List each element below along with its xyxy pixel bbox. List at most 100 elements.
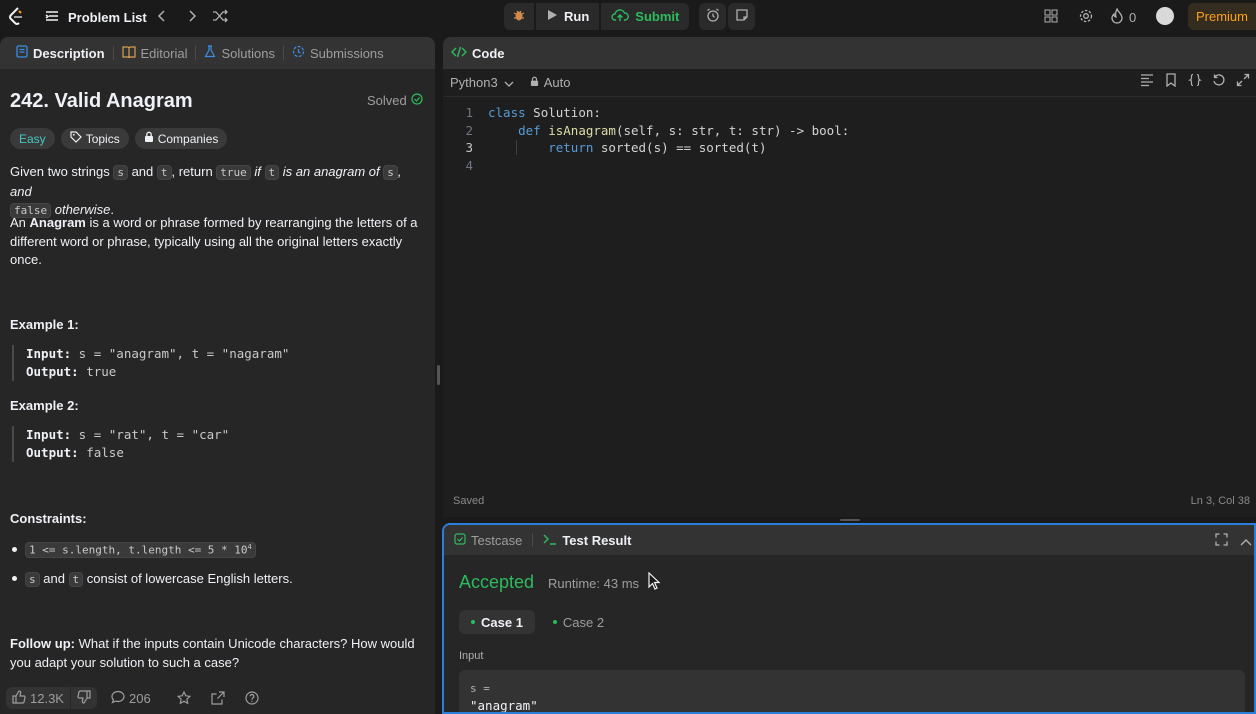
verdict-label: Accepted: [459, 572, 535, 592]
language-select[interactable]: Python3: [450, 75, 514, 90]
line-number: 4: [465, 157, 473, 173]
horizontal-resize-handle[interactable]: [840, 519, 860, 521]
definition-text: An: [10, 215, 30, 230]
comment-icon: [111, 690, 125, 707]
shuffle-icon[interactable]: [210, 6, 230, 26]
tab-solutions[interactable]: Solutions: [196, 37, 282, 69]
code-token: class: [488, 105, 526, 120]
tag-icon: [70, 131, 82, 146]
fullscreen-icon[interactable]: [1215, 533, 1228, 549]
companies-label: Companies: [157, 131, 219, 146]
code-editor-panel: Code Python3 Auto 1 class Solution: 2 de…: [443, 37, 1256, 517]
save-status: Saved: [453, 495, 485, 507]
curly-braces-icon[interactable]: [1188, 73, 1202, 90]
inline-code: s: [113, 165, 128, 180]
case-2-label: Case 2: [562, 614, 605, 630]
code-line: 3 return sorted(s) == sorted(t): [443, 139, 1256, 157]
submit-label: Submit: [635, 9, 680, 24]
list-icon: [44, 8, 60, 27]
chevron-up-icon[interactable]: [1240, 534, 1252, 549]
inline-code: t: [264, 165, 280, 180]
solved-label: Solved: [367, 93, 407, 108]
bug-icon: [512, 8, 526, 25]
case-1-button[interactable]: Case 1: [459, 610, 535, 634]
tab-submissions[interactable]: Submissions: [284, 37, 392, 69]
constraint-item: 1 <= s.length, t.length <= 5 * 104: [12, 542, 256, 558]
code-token: return: [548, 140, 594, 155]
statement-text: and: [127, 164, 157, 179]
leetcode-logo-icon[interactable]: [6, 6, 26, 26]
status-dot: [471, 620, 475, 624]
like-count: 12.3K: [30, 690, 64, 706]
example2-title: Example 2:: [10, 398, 79, 413]
tab-editorial[interactable]: Editorial: [114, 37, 196, 69]
vertical-resize-handle[interactable]: [437, 365, 440, 385]
streak-counter[interactable]: 0: [1110, 7, 1137, 27]
tab-testcase-label: Testcase: [471, 532, 523, 548]
code-area[interactable]: 1 class Solution: 2 def isAnagram(self, …: [443, 104, 1256, 174]
share-icon[interactable]: [207, 687, 229, 709]
cursor-position: Ln 3, Col 38: [1190, 495, 1250, 507]
input-value: s = "anagram", t = "nagaram": [71, 346, 290, 361]
timer-button[interactable]: [699, 3, 727, 30]
reset-icon[interactable]: [1212, 73, 1226, 90]
input-label: Input:: [26, 427, 72, 442]
problem-title: 242. Valid Anagram: [10, 90, 193, 112]
anagram-definition: An Anagram is a word or phrase formed by…: [10, 214, 420, 270]
tab-description[interactable]: Description: [8, 37, 113, 69]
tab-editorial-label: Editorial: [140, 45, 188, 61]
follow-up: Follow up: What if the inputs contain Un…: [10, 635, 420, 672]
premium-button[interactable]: Premium: [1188, 3, 1256, 30]
tab-submissions-label: Submissions: [309, 45, 384, 61]
follow-up-label: Follow up:: [10, 636, 75, 651]
case-2-button[interactable]: Case 2: [541, 610, 616, 634]
comments-button[interactable]: 206: [107, 687, 155, 709]
mouse-cursor-icon: [648, 571, 661, 593]
check-circle-icon: [411, 93, 423, 108]
notes-button[interactable]: [728, 3, 756, 30]
inline-code: s: [25, 572, 40, 587]
prev-problem-icon[interactable]: [152, 6, 172, 26]
status-dot: [552, 620, 557, 624]
code-brackets-icon: [451, 46, 467, 61]
problem-list-label: Problem List: [68, 10, 147, 25]
format-icon[interactable]: [1140, 73, 1154, 90]
auto-mode-toggle[interactable]: Auto: [530, 75, 570, 90]
lock-icon: [530, 75, 539, 90]
editor-actions: [1140, 73, 1250, 90]
case-tabs: Case 1 Case 2: [459, 610, 616, 634]
settings-gear-icon[interactable]: [1076, 6, 1096, 26]
run-button[interactable]: Run: [536, 3, 600, 30]
layout-grid-icon[interactable]: [1041, 6, 1061, 26]
example1-title: Example 1:: [10, 317, 79, 332]
next-problem-icon[interactable]: [182, 6, 202, 26]
expand-icon[interactable]: [1236, 73, 1250, 90]
help-icon[interactable]: [241, 687, 263, 709]
test-result-panel: Testcase Test Result Accepted Runtime: 4…: [442, 523, 1256, 714]
tab-test-result[interactable]: Test Result: [543, 533, 631, 548]
problem-tags: Easy Topics Companies: [10, 128, 228, 149]
avatar[interactable]: [1156, 7, 1174, 25]
like-button[interactable]: 12.3K: [6, 687, 70, 709]
topics-button[interactable]: Topics: [60, 128, 129, 149]
debug-button[interactable]: [504, 3, 534, 30]
companies-button[interactable]: Companies: [134, 128, 228, 149]
flame-icon: [1110, 7, 1124, 27]
code-indent: [488, 140, 549, 155]
bookmark-icon[interactable]: [1164, 73, 1178, 90]
favorite-star-icon[interactable]: [173, 687, 195, 709]
input-value-box: s = "anagram": [459, 670, 1245, 712]
submit-button[interactable]: Submit: [601, 3, 690, 30]
streak-count: 0: [1129, 10, 1137, 25]
problem-list-button[interactable]: Problem List: [44, 8, 147, 27]
code-line: 1 class Solution:: [443, 104, 1256, 122]
terminal-icon: [543, 533, 557, 548]
code-tab-label: Code: [472, 45, 505, 61]
description-panel: Description Editorial Solutions Submissi…: [0, 37, 435, 714]
tab-testcase[interactable]: Testcase: [454, 533, 522, 548]
dislike-button[interactable]: [70, 687, 97, 709]
input-label: Input:: [26, 346, 72, 361]
note-icon: [735, 8, 749, 25]
code-token: def: [518, 122, 541, 138]
